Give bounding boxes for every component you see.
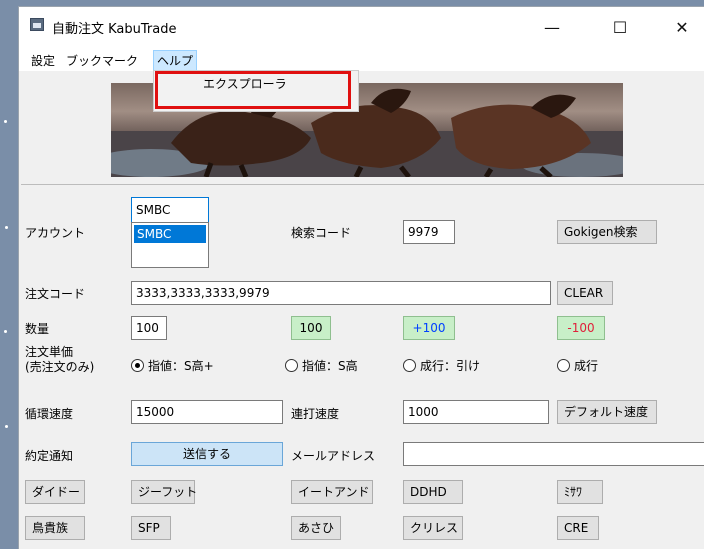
notify-label: 約定通知 bbox=[25, 449, 74, 463]
quantity-100-button[interactable]: 100 bbox=[291, 316, 331, 340]
account-listbox[interactable]: SMBC bbox=[131, 222, 209, 268]
bookmark-button[interactable]: イートアンド bbox=[291, 480, 373, 504]
radio-label: 指値：S高 bbox=[302, 359, 358, 373]
close-button[interactable]: ✕ bbox=[659, 13, 704, 43]
quantity-label: 数量 bbox=[25, 322, 50, 336]
radio-limit-stophigh[interactable]: 指値：S高 bbox=[285, 357, 358, 374]
search-code-input[interactable]: 9979 bbox=[403, 220, 455, 244]
bookmark-button[interactable]: CRE bbox=[557, 516, 599, 540]
radio-market[interactable]: 成行 bbox=[557, 357, 598, 374]
send-notification-button[interactable]: 送信する bbox=[131, 442, 283, 466]
bookmark-button[interactable]: DDHD bbox=[403, 480, 463, 504]
mail-address-label: メールアドレス bbox=[291, 449, 376, 463]
radio-dot-checked[interactable] bbox=[131, 359, 144, 372]
order-price-label: 注文単価 (売注文のみ) bbox=[25, 345, 94, 375]
bookmark-button[interactable]: あさひ bbox=[291, 516, 341, 540]
radio-dot[interactable] bbox=[403, 359, 416, 372]
bookmark-button[interactable]: ダイドー bbox=[25, 480, 85, 504]
bookmark-button[interactable]: 鳥貴族 bbox=[25, 516, 85, 540]
order-code-input[interactable]: 3333,3333,3333,9979 bbox=[131, 281, 551, 305]
search-code-label: 検索コード bbox=[291, 226, 352, 240]
bookmark-button[interactable]: ジーフット bbox=[131, 480, 197, 504]
rapid-speed-input[interactable]: 1000 bbox=[403, 400, 549, 424]
bookmark-button[interactable]: ﾐｻﾜ bbox=[557, 480, 603, 504]
bg-dot bbox=[4, 330, 7, 333]
bg-dot bbox=[5, 226, 8, 229]
radio-dot[interactable] bbox=[285, 359, 298, 372]
quantity-minus100-button[interactable]: -100 bbox=[557, 316, 605, 340]
account-combo[interactable]: SMBC bbox=[131, 197, 209, 223]
quantity-input[interactable]: 100 bbox=[131, 316, 167, 340]
radio-limit-stophigh-plus[interactable]: 指値：S高+ bbox=[131, 357, 214, 374]
menu-bar: 設定 ブックマーク ヘルプ bbox=[19, 47, 704, 71]
app-icon bbox=[30, 18, 44, 31]
radio-label: 指値：S高+ bbox=[148, 359, 214, 373]
separator bbox=[21, 184, 704, 185]
title-bar[interactable]: 自動注文 KabuTrade — ☐ ✕ bbox=[19, 7, 704, 47]
order-price-label-line1: 注文単価 bbox=[25, 345, 74, 359]
app-window: 自動注文 KabuTrade — ☐ ✕ 設定 ブックマーク ヘルプ エクスプロ… bbox=[18, 6, 704, 549]
clear-button[interactable]: CLEAR bbox=[557, 281, 613, 305]
menu-help[interactable]: ヘルプ bbox=[153, 50, 198, 71]
bookmark-button[interactable]: SFP bbox=[131, 516, 171, 540]
radio-label: 成行 bbox=[574, 359, 599, 373]
default-speed-button[interactable]: デフォルト速度 bbox=[557, 400, 657, 424]
cycle-speed-label: 循環速度 bbox=[25, 407, 74, 421]
gokigen-search-button[interactable]: Gokigen検索 bbox=[557, 220, 657, 244]
radio-dot[interactable] bbox=[557, 359, 570, 372]
menu-bookmarks[interactable]: ブックマーク bbox=[64, 52, 140, 69]
bg-dot bbox=[4, 120, 7, 123]
cycle-speed-input[interactable]: 15000 bbox=[131, 400, 283, 424]
minimize-button[interactable]: — bbox=[529, 13, 575, 43]
menu-settings[interactable]: 設定 bbox=[29, 52, 57, 69]
rapid-speed-label: 連打速度 bbox=[291, 407, 340, 421]
quantity-plus100-button[interactable]: +100 bbox=[403, 316, 455, 340]
radio-market-close[interactable]: 成行：引け bbox=[403, 357, 480, 374]
account-label: アカウント bbox=[25, 226, 86, 240]
order-price-label-line2: (売注文のみ) bbox=[25, 360, 95, 374]
highlight-annotation-box bbox=[155, 71, 351, 109]
bg-dot bbox=[5, 425, 8, 428]
window-title: 自動注文 KabuTrade bbox=[52, 22, 177, 37]
radio-label: 成行：引け bbox=[420, 359, 481, 373]
account-list-selected[interactable]: SMBC bbox=[134, 225, 206, 243]
order-code-label: 注文コード bbox=[25, 287, 86, 301]
mail-address-input[interactable] bbox=[403, 442, 704, 466]
bookmark-button[interactable]: クリレス bbox=[403, 516, 463, 540]
maximize-button[interactable]: ☐ bbox=[597, 13, 643, 43]
